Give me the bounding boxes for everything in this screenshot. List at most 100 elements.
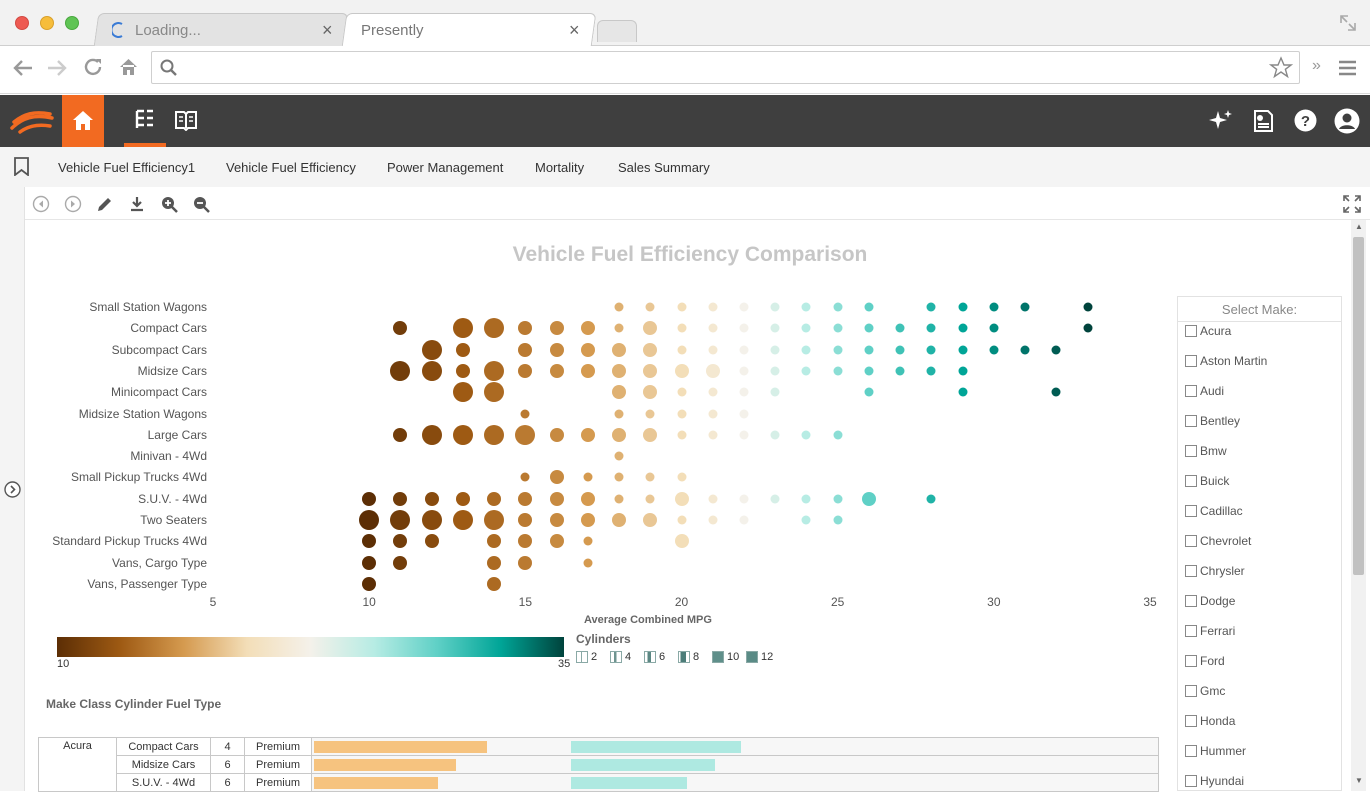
data-bubble[interactable] (708, 409, 718, 418)
data-bubble[interactable] (580, 513, 595, 527)
scrollbar-thumb[interactable] (1353, 237, 1364, 575)
checkbox[interactable] (1185, 535, 1197, 547)
data-bubble[interactable] (549, 491, 564, 506)
filter-item[interactable]: Chevrolet (1185, 534, 1251, 548)
data-bubble[interactable] (708, 345, 718, 355)
scroll-down-icon[interactable]: ▼ (1355, 776, 1363, 785)
data-bubble[interactable] (614, 409, 624, 418)
data-bubble[interactable] (452, 382, 473, 403)
data-bubble[interactable] (801, 323, 811, 333)
data-bubble[interactable] (518, 363, 533, 378)
filter-item[interactable]: Audi (1185, 384, 1224, 398)
data-bubble[interactable] (487, 576, 502, 591)
data-bubble[interactable] (549, 534, 564, 549)
data-bubble[interactable] (614, 494, 624, 504)
pencil-icon[interactable] (96, 195, 114, 213)
data-bubble[interactable] (708, 515, 718, 525)
data-bubble[interactable] (895, 345, 905, 355)
data-bubble[interactable] (452, 318, 473, 339)
data-bubble[interactable] (612, 363, 627, 378)
data-bubble[interactable] (677, 302, 686, 312)
data-bubble[interactable] (612, 342, 627, 357)
tab-mortality[interactable]: Mortality (535, 160, 584, 175)
data-bubble[interactable] (390, 510, 411, 530)
filter-item[interactable]: Acura (1185, 324, 1231, 338)
data-bubble[interactable] (549, 321, 564, 336)
data-bubble[interactable] (643, 363, 658, 378)
data-bubble[interactable] (833, 430, 843, 440)
table-row[interactable]: Midsize Cars 6 Premium (39, 755, 1159, 774)
star-icon[interactable] (1269, 56, 1293, 79)
data-bubble[interactable] (989, 302, 999, 312)
window-minimize-button[interactable] (40, 16, 54, 30)
tab-power-management[interactable]: Power Management (387, 160, 503, 175)
checkbox[interactable] (1185, 625, 1197, 637)
data-bubble[interactable] (739, 345, 749, 355)
data-bubble[interactable] (674, 491, 689, 506)
data-bubble[interactable] (677, 472, 686, 482)
data-bubble[interactable] (580, 427, 595, 442)
bookmark-icon[interactable] (13, 157, 30, 176)
data-bubble[interactable] (484, 382, 505, 403)
data-bubble[interactable] (549, 427, 564, 442)
data-bubble[interactable] (583, 536, 593, 546)
tab-vehicle-fuel-efficiency[interactable]: Vehicle Fuel Efficiency (226, 160, 356, 175)
download-icon[interactable] (128, 195, 146, 213)
data-bubble[interactable] (645, 472, 655, 482)
data-bubble[interactable] (520, 472, 530, 482)
data-bubble[interactable] (487, 491, 502, 506)
data-bubble[interactable] (677, 409, 686, 418)
data-bubble[interactable] (424, 491, 439, 506)
tree-icon[interactable] (134, 108, 156, 132)
checkbox[interactable] (1185, 685, 1197, 697)
checkbox[interactable] (1185, 415, 1197, 427)
data-bubble[interactable] (612, 385, 627, 400)
checkbox[interactable] (1185, 325, 1197, 337)
window-close-button[interactable] (15, 16, 29, 30)
checkbox[interactable] (1185, 595, 1197, 607)
checkbox[interactable] (1185, 445, 1197, 457)
user-icon[interactable] (1334, 108, 1360, 134)
data-bubble[interactable] (861, 491, 876, 506)
data-bubble[interactable] (674, 363, 689, 378)
data-bubble[interactable] (362, 491, 377, 506)
data-bubble[interactable] (549, 470, 564, 485)
data-bubble[interactable] (614, 323, 624, 333)
data-bubble[interactable] (421, 424, 442, 445)
data-bubble[interactable] (393, 427, 408, 442)
data-bubble[interactable] (833, 302, 843, 312)
data-bubble[interactable] (958, 302, 968, 312)
data-bubble[interactable] (580, 491, 595, 506)
data-bubble[interactable] (989, 345, 999, 355)
data-bubble[interactable] (580, 363, 595, 378)
data-bubble[interactable] (487, 534, 502, 549)
data-bubble[interactable] (739, 515, 749, 525)
book-icon[interactable] (175, 109, 197, 131)
data-bubble[interactable] (677, 515, 686, 525)
window-maximize-button[interactable] (65, 16, 79, 30)
data-bubble[interactable] (421, 510, 442, 530)
data-bubble[interactable] (1051, 345, 1061, 355)
data-bubble[interactable] (455, 342, 470, 357)
data-bubble[interactable] (770, 366, 780, 376)
data-bubble[interactable] (518, 321, 533, 336)
data-bubble[interactable] (864, 345, 874, 355)
data-bubble[interactable] (739, 494, 749, 504)
data-bubble[interactable] (518, 491, 533, 506)
browser-tab-loading[interactable] (93, 13, 349, 46)
data-bubble[interactable] (1020, 345, 1030, 355)
hamburger-icon[interactable] (1338, 59, 1357, 76)
data-bubble[interactable] (895, 366, 905, 376)
data-bubble[interactable] (455, 363, 470, 378)
data-bubble[interactable] (708, 430, 718, 440)
data-bubble[interactable] (801, 302, 811, 312)
zoom-in-icon[interactable] (160, 195, 178, 213)
legend-item[interactable]: 2 (576, 651, 597, 663)
data-bubble[interactable] (895, 323, 905, 333)
checkbox[interactable] (1185, 745, 1197, 757)
data-bubble[interactable] (484, 360, 505, 381)
data-bubble[interactable] (801, 345, 811, 355)
checkbox[interactable] (1185, 385, 1197, 397)
data-bubble[interactable] (770, 387, 780, 397)
checkbox[interactable] (1185, 565, 1197, 577)
